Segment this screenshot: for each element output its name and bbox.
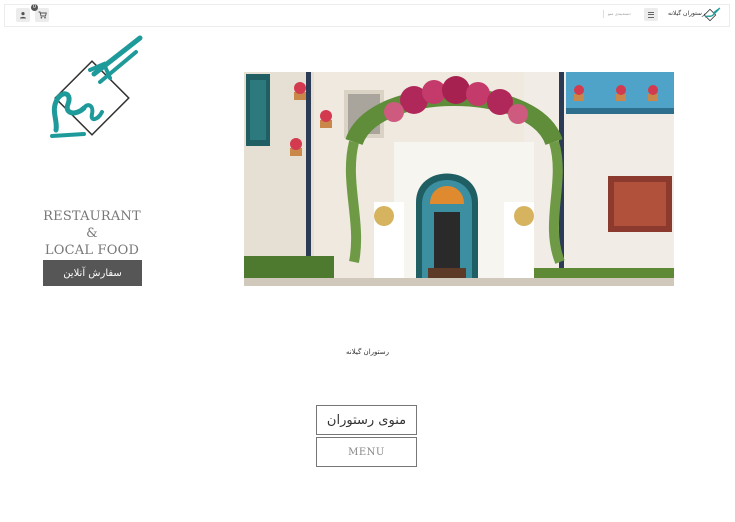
online-order-button[interactable]: سفارش آنلاین: [43, 260, 142, 286]
cart-button[interactable]: [35, 8, 49, 22]
brand-name[interactable]: رستوران گیلانه: [668, 10, 705, 17]
user-button[interactable]: [16, 8, 30, 22]
user-icon: [20, 12, 26, 19]
cart-count-badge: 0: [31, 4, 38, 11]
section-caption: رستوران گیلانه: [346, 348, 389, 356]
tagline-line-2: &: [86, 226, 98, 241]
nav-menu-label[interactable]: دسته‌بندی منو: [608, 11, 631, 16]
tagline-line-3: LOCAL FOOD: [44, 243, 140, 258]
restaurant-menu-button[interactable]: منوی رستوران: [316, 405, 417, 435]
nav-divider: [603, 10, 604, 18]
hamburger-icon: [648, 11, 654, 13]
menu-english-button[interactable]: MENU: [316, 437, 417, 467]
tagline-line-1: RESTAURANT: [43, 209, 141, 224]
gilaneh-logo-icon: [50, 35, 143, 138]
cart-icon: [38, 11, 47, 19]
hero-image: [244, 72, 674, 286]
menu-toggle-button[interactable]: [644, 8, 658, 21]
header-logo-icon[interactable]: [703, 7, 721, 22]
restaurant-facade-image: [244, 72, 674, 286]
restaurant-tagline: RESTAURANT & LOCAL FOOD: [40, 208, 144, 259]
